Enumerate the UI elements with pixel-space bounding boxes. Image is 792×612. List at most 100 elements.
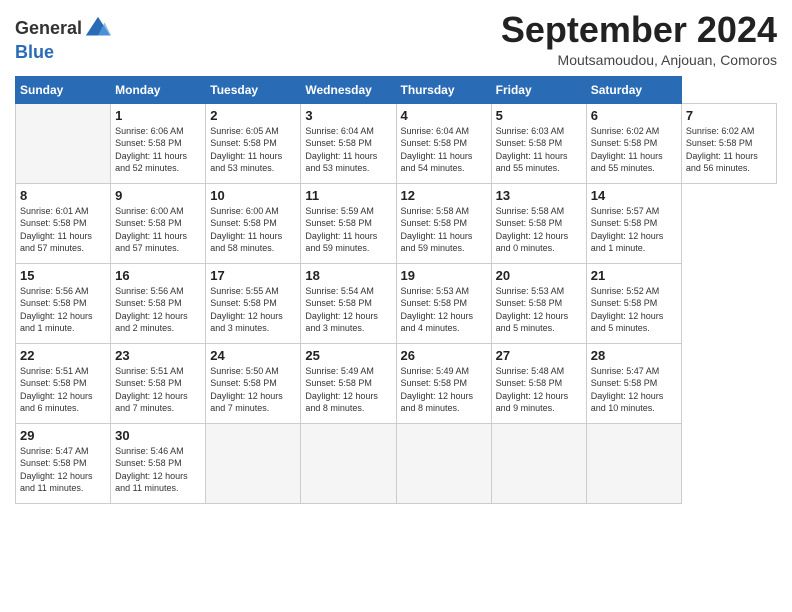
day-number: 30 <box>115 428 201 443</box>
week-row-4: 22 Sunrise: 5:51 AMSunset: 5:58 PMDayligh… <box>16 343 777 423</box>
header-row: SundayMondayTuesdayWednesdayThursdayFrid… <box>16 76 777 103</box>
day-number: 5 <box>496 108 582 123</box>
logo-blue: Blue <box>15 42 54 62</box>
day-cell: 30 Sunrise: 5:46 AMSunset: 5:58 PMDayligh… <box>111 423 206 503</box>
day-number: 15 <box>20 268 106 283</box>
day-info: Sunrise: 5:50 AMSunset: 5:58 PMDaylight:… <box>210 365 296 415</box>
day-cell: 18 Sunrise: 5:54 AMSunset: 5:58 PMDayligh… <box>301 263 396 343</box>
day-cell: 7 Sunrise: 6:02 AMSunset: 5:58 PMDaylight… <box>681 103 776 183</box>
day-cell: 21Sunrise: 5:52 AMSunset: 5:58 PMDayligh… <box>586 263 681 343</box>
day-info: Sunrise: 5:59 AMSunset: 5:58 PMDaylight:… <box>305 205 391 255</box>
day-number: 11 <box>305 188 391 203</box>
day-cell: 6 Sunrise: 6:02 AMSunset: 5:58 PMDaylight… <box>586 103 681 183</box>
day-number: 29 <box>20 428 106 443</box>
col-header-saturday: Saturday <box>586 76 681 103</box>
col-header-sunday: Sunday <box>16 76 111 103</box>
day-cell <box>491 423 586 503</box>
day-number: 9 <box>115 188 201 203</box>
day-number: 10 <box>210 188 296 203</box>
day-cell: 20 Sunrise: 5:53 AMSunset: 5:58 PMDayligh… <box>491 263 586 343</box>
day-info: Sunrise: 6:02 AMSunset: 5:58 PMDaylight:… <box>591 125 677 175</box>
day-number: 13 <box>496 188 582 203</box>
day-info: Sunrise: 5:57 AMSunset: 5:58 PMDaylight:… <box>591 205 677 255</box>
day-number: 27 <box>496 348 582 363</box>
day-number: 24 <box>210 348 296 363</box>
day-cell: 4 Sunrise: 6:04 AMSunset: 5:58 PMDaylight… <box>396 103 491 183</box>
day-info: Sunrise: 5:54 AMSunset: 5:58 PMDaylight:… <box>305 285 391 335</box>
day-cell: 2Sunrise: 6:05 AMSunset: 5:58 PMDaylight… <box>206 103 301 183</box>
location-title: Moutsamoudou, Anjouan, Comoros <box>501 52 777 68</box>
day-info: Sunrise: 5:56 AMSunset: 5:58 PMDaylight:… <box>115 285 201 335</box>
day-number: 21 <box>591 268 677 283</box>
day-info: Sunrise: 5:53 AMSunset: 5:58 PMDaylight:… <box>496 285 582 335</box>
logo-icon <box>84 15 112 43</box>
day-number: 4 <box>401 108 487 123</box>
day-cell <box>16 103 111 183</box>
day-number: 7 <box>686 108 772 123</box>
day-cell: 24 Sunrise: 5:50 AMSunset: 5:58 PMDayligh… <box>206 343 301 423</box>
page-header: General Blue September 2024 Moutsamoudou… <box>15 10 777 68</box>
day-cell: 11 Sunrise: 5:59 AMSunset: 5:58 PMDayligh… <box>301 183 396 263</box>
day-cell <box>586 423 681 503</box>
day-cell: 14Sunrise: 5:57 AMSunset: 5:58 PMDayligh… <box>586 183 681 263</box>
day-cell: 9 Sunrise: 6:00 AMSunset: 5:58 PMDaylight… <box>111 183 206 263</box>
day-info: Sunrise: 5:46 AMSunset: 5:58 PMDaylight:… <box>115 445 201 495</box>
day-info: Sunrise: 5:49 AMSunset: 5:58 PMDaylight:… <box>401 365 487 415</box>
day-cell: 28 Sunrise: 5:47 AMSunset: 5:58 PMDayligh… <box>586 343 681 423</box>
col-header-tuesday: Tuesday <box>206 76 301 103</box>
day-cell: 10Sunrise: 6:00 AMSunset: 5:58 PMDayligh… <box>206 183 301 263</box>
week-row-3: 15 Sunrise: 5:56 AMSunset: 5:58 PMDayligh… <box>16 263 777 343</box>
day-number: 6 <box>591 108 677 123</box>
calendar-table: SundayMondayTuesdayWednesdayThursdayFrid… <box>15 76 777 504</box>
week-row-5: 29 Sunrise: 5:47 AMSunset: 5:58 PMDayligh… <box>16 423 777 503</box>
day-number: 20 <box>496 268 582 283</box>
day-number: 12 <box>401 188 487 203</box>
day-info: Sunrise: 6:05 AMSunset: 5:58 PMDaylight:… <box>210 125 296 175</box>
day-cell: 29 Sunrise: 5:47 AMSunset: 5:58 PMDayligh… <box>16 423 111 503</box>
title-area: September 2024 Moutsamoudou, Anjouan, Co… <box>501 10 777 68</box>
col-header-thursday: Thursday <box>396 76 491 103</box>
day-cell: 8 Sunrise: 6:01 AMSunset: 5:58 PMDaylight… <box>16 183 111 263</box>
col-header-wednesday: Wednesday <box>301 76 396 103</box>
day-number: 28 <box>591 348 677 363</box>
day-info: Sunrise: 6:06 AMSunset: 5:58 PMDaylight:… <box>115 125 201 175</box>
day-info: Sunrise: 6:00 AMSunset: 5:58 PMDaylight:… <box>115 205 201 255</box>
day-number: 1 <box>115 108 201 123</box>
day-number: 22 <box>20 348 106 363</box>
day-info: Sunrise: 5:55 AMSunset: 5:58 PMDaylight:… <box>210 285 296 335</box>
day-number: 17 <box>210 268 296 283</box>
day-cell: 16 Sunrise: 5:56 AMSunset: 5:58 PMDayligh… <box>111 263 206 343</box>
day-info: Sunrise: 6:04 AMSunset: 5:58 PMDaylight:… <box>401 125 487 175</box>
day-number: 3 <box>305 108 391 123</box>
logo: General Blue <box>15 10 112 63</box>
day-info: Sunrise: 6:02 AMSunset: 5:58 PMDaylight:… <box>686 125 772 175</box>
day-cell: 25 Sunrise: 5:49 AMSunset: 5:58 PMDayligh… <box>301 343 396 423</box>
day-info: Sunrise: 5:49 AMSunset: 5:58 PMDaylight:… <box>305 365 391 415</box>
day-info: Sunrise: 5:47 AMSunset: 5:58 PMDaylight:… <box>20 445 106 495</box>
day-info: Sunrise: 5:58 AMSunset: 5:58 PMDaylight:… <box>401 205 487 255</box>
day-cell <box>301 423 396 503</box>
day-info: Sunrise: 5:53 AMSunset: 5:58 PMDaylight:… <box>401 285 487 335</box>
day-info: Sunrise: 5:47 AMSunset: 5:58 PMDaylight:… <box>591 365 677 415</box>
day-cell <box>396 423 491 503</box>
week-row-1: 1 Sunrise: 6:06 AMSunset: 5:58 PMDaylight… <box>16 103 777 183</box>
day-info: Sunrise: 6:03 AMSunset: 5:58 PMDaylight:… <box>496 125 582 175</box>
col-header-friday: Friday <box>491 76 586 103</box>
day-cell: 3 Sunrise: 6:04 AMSunset: 5:58 PMDaylight… <box>301 103 396 183</box>
day-cell: 1 Sunrise: 6:06 AMSunset: 5:58 PMDaylight… <box>111 103 206 183</box>
day-number: 16 <box>115 268 201 283</box>
day-cell: 15Sunrise: 5:56 AMSunset: 5:58 PMDayligh… <box>16 263 111 343</box>
day-cell: 22 Sunrise: 5:51 AMSunset: 5:58 PMDayligh… <box>16 343 111 423</box>
day-number: 18 <box>305 268 391 283</box>
day-cell: 17 Sunrise: 5:55 AMSunset: 5:58 PMDayligh… <box>206 263 301 343</box>
day-cell: 5 Sunrise: 6:03 AMSunset: 5:58 PMDaylight… <box>491 103 586 183</box>
day-info: Sunrise: 6:04 AMSunset: 5:58 PMDaylight:… <box>305 125 391 175</box>
day-number: 25 <box>305 348 391 363</box>
logo-general: General <box>15 19 82 39</box>
day-cell: 12 Sunrise: 5:58 AMSunset: 5:58 PMDayligh… <box>396 183 491 263</box>
day-info: Sunrise: 6:01 AMSunset: 5:58 PMDaylight:… <box>20 205 106 255</box>
day-number: 8 <box>20 188 106 203</box>
day-info: Sunrise: 5:58 AMSunset: 5:58 PMDaylight:… <box>496 205 582 255</box>
day-number: 19 <box>401 268 487 283</box>
day-info: Sunrise: 5:51 AMSunset: 5:58 PMDaylight:… <box>20 365 106 415</box>
